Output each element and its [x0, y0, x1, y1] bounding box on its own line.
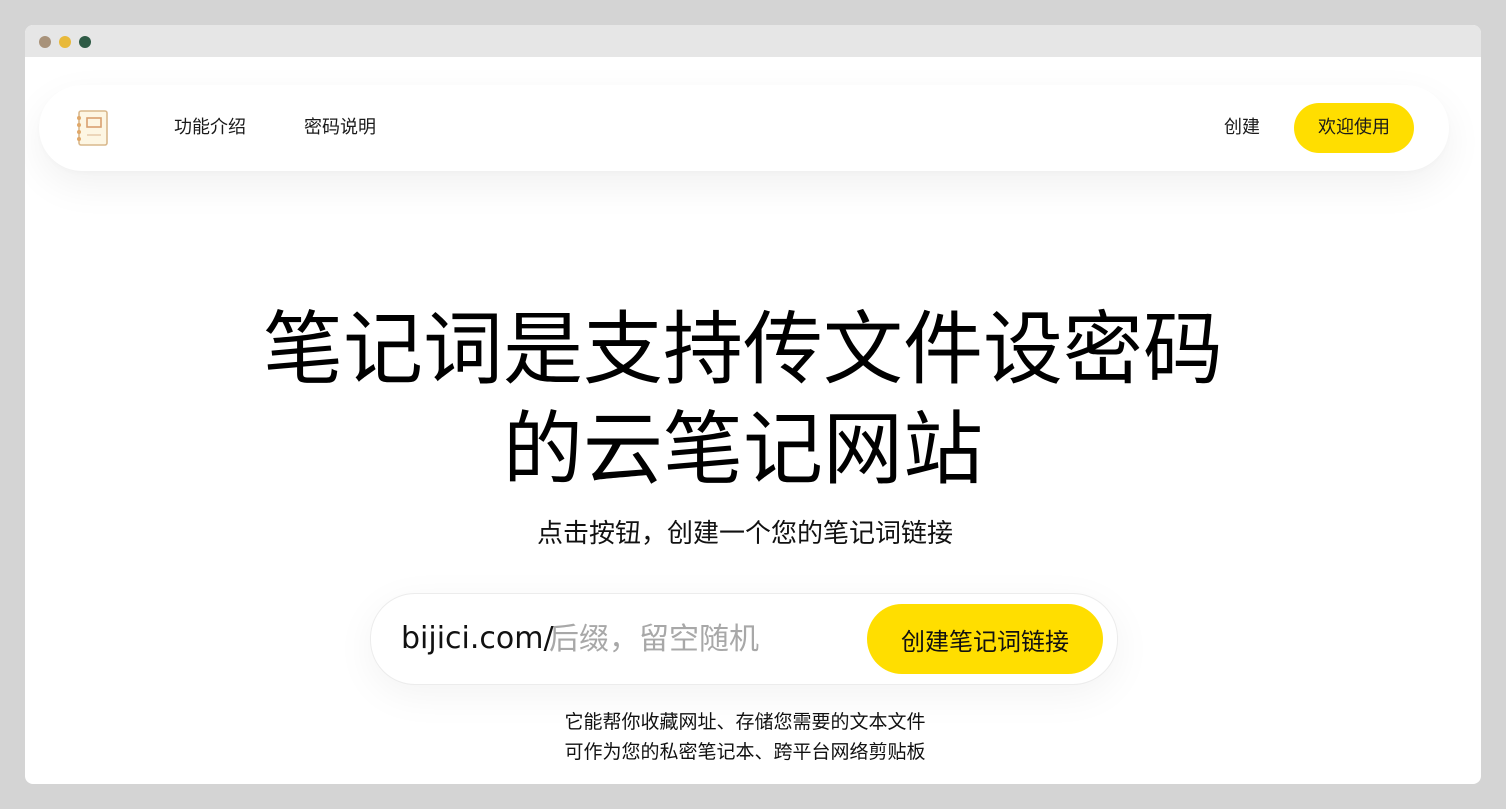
url-prefix: bijici.com/: [401, 621, 554, 656]
window-titlebar: [25, 25, 1481, 57]
welcome-button[interactable]: 欢迎使用: [1294, 103, 1414, 153]
window-minimize-button[interactable]: [59, 36, 71, 48]
hero-title-line: 的云笔记网站: [503, 403, 983, 496]
create-link-button[interactable]: 创建笔记词链接: [867, 604, 1103, 674]
description-line: 它能帮你收藏网址、存储您需要的文本文件: [564, 711, 926, 733]
hero-title: 笔记词是支持传文件设密码 的云笔记网站: [25, 300, 1461, 500]
hero-title-line: 笔记词是支持传文件设密码: [263, 303, 1223, 396]
browser-window: 功能介绍 密码说明 创建 欢迎使用 笔记词是支持传文件设密码 的云笔记网站 点击…: [25, 25, 1481, 784]
top-navbar: 功能介绍 密码说明 创建 欢迎使用: [39, 85, 1449, 171]
feature-description: 它能帮你收藏网址、存储您需要的文本文件 可作为您的私密笔记本、跨平台网络剪贴板: [25, 707, 1465, 767]
notebook-icon[interactable]: [75, 109, 111, 147]
nav-link-password-info[interactable]: 密码说明: [304, 115, 376, 141]
url-form: bijici.com/ 创建笔记词链接: [370, 593, 1118, 685]
nav-create-link[interactable]: 创建: [1224, 115, 1260, 141]
window-maximize-button[interactable]: [79, 36, 91, 48]
url-suffix-input[interactable]: [549, 616, 859, 662]
window-close-button[interactable]: [39, 36, 51, 48]
nav-link-features[interactable]: 功能介绍: [174, 115, 246, 141]
description-line: 可作为您的私密笔记本、跨平台网络剪贴板: [564, 741, 926, 763]
hero-subtitle: 点击按钮，创建一个您的笔记词链接: [536, 519, 953, 549]
